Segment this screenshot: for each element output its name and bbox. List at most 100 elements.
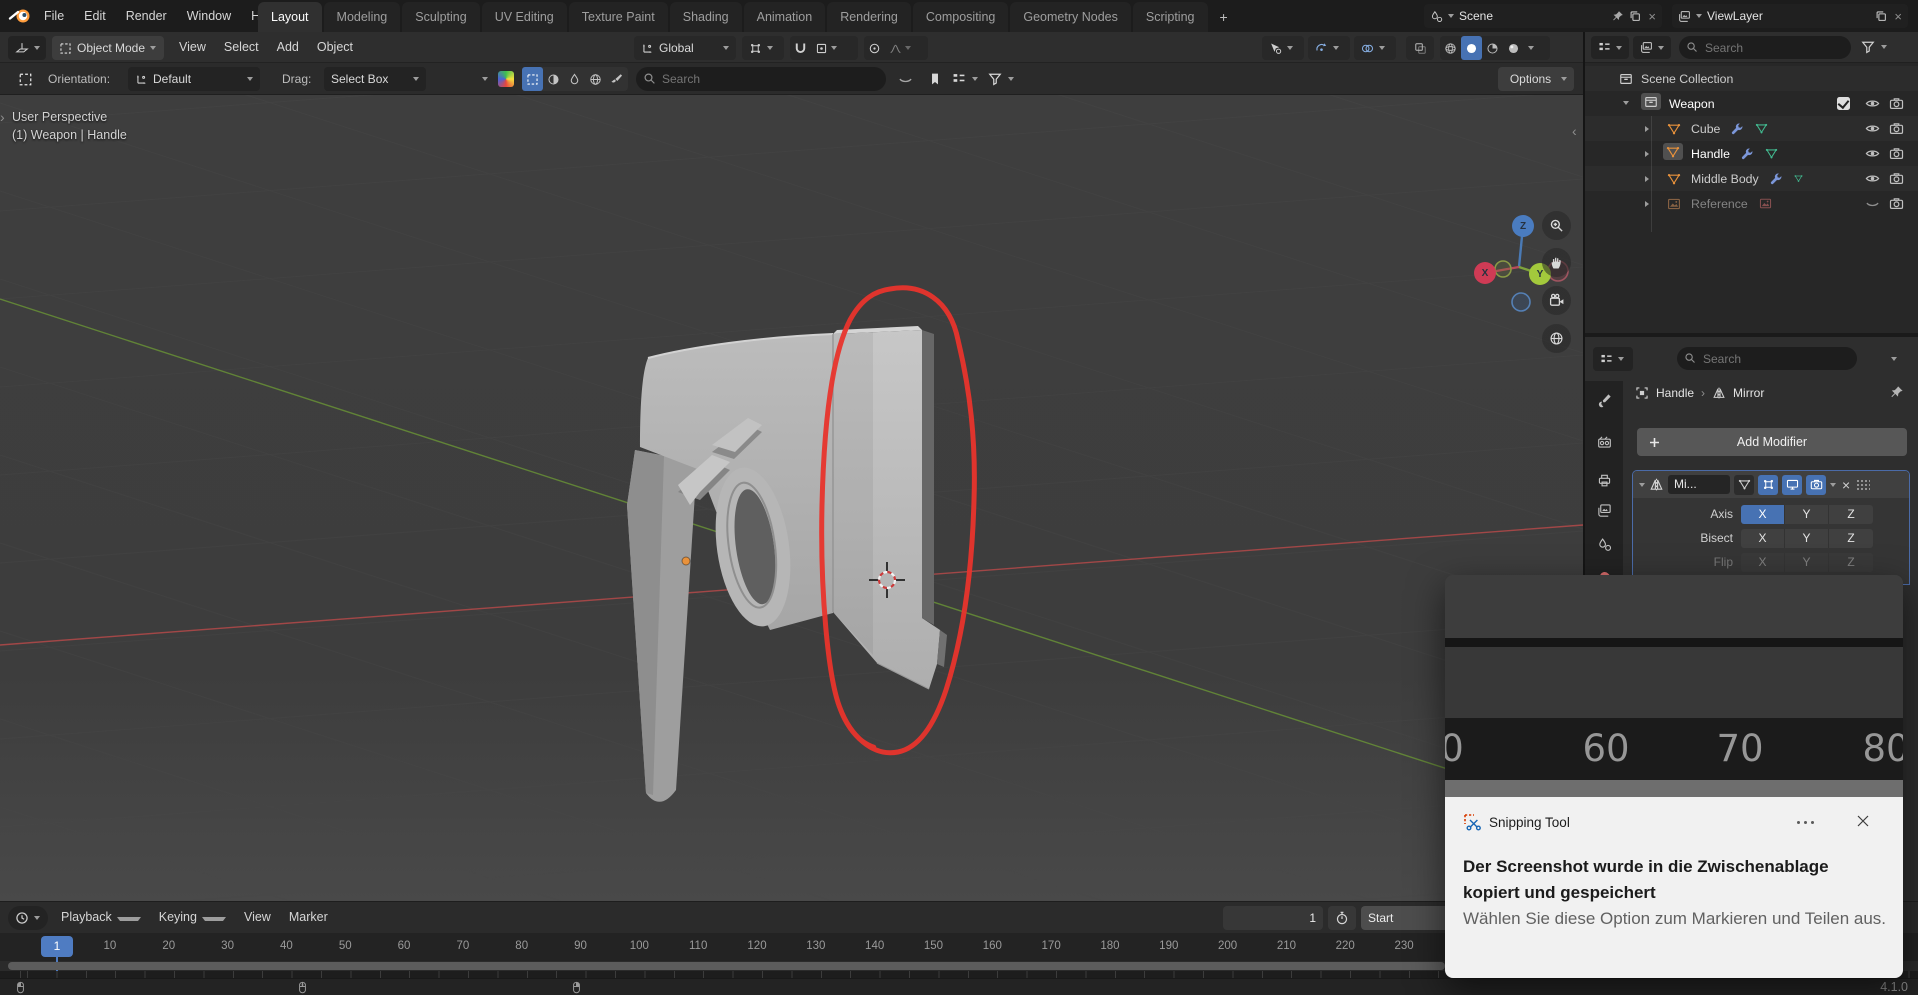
expand-chevron-icon[interactable] xyxy=(1639,483,1645,487)
add-modifier-button[interactable]: Add Modifier xyxy=(1637,428,1907,456)
bisect-y-button[interactable]: Y xyxy=(1785,529,1829,548)
snap-toggle[interactable] xyxy=(790,36,811,60)
properties-toggle-arrow[interactable]: ‹ xyxy=(1572,123,1577,139)
active-tool-button[interactable] xyxy=(10,67,40,91)
viewport-menu-view[interactable]: View xyxy=(170,32,215,63)
tab-render[interactable] xyxy=(1585,425,1623,459)
menu-window[interactable]: Window xyxy=(177,0,241,32)
ortho-perspective-button[interactable] xyxy=(1542,324,1571,353)
drag-grip-icon[interactable] xyxy=(1856,479,1870,491)
tab-uv-editing[interactable]: UV Editing xyxy=(482,2,567,32)
tab-shading[interactable]: Shading xyxy=(670,2,742,32)
shading-options-chevron[interactable] xyxy=(1524,36,1538,60)
camera-icon[interactable] xyxy=(1889,96,1904,111)
globe-tool-icon[interactable] xyxy=(585,67,606,91)
tab-rendering[interactable]: Rendering xyxy=(827,2,911,32)
scene-name[interactable]: Scene xyxy=(1459,9,1607,23)
orientation-dropdown[interactable]: Default xyxy=(128,67,260,91)
chevron-down-icon[interactable] xyxy=(972,77,978,81)
toggle-realtime[interactable] xyxy=(1782,475,1802,495)
outliner-filter-icon[interactable] xyxy=(1861,40,1875,54)
droplet-tool-icon[interactable] xyxy=(564,67,585,91)
current-frame-badge[interactable]: 1 xyxy=(41,936,73,957)
tab-output[interactable] xyxy=(1585,463,1623,497)
bisect-x-button[interactable]: X xyxy=(1741,529,1785,548)
snap-target-selector[interactable] xyxy=(811,36,841,60)
chevron-down-icon[interactable] xyxy=(1881,45,1887,49)
mode-selector[interactable]: Object Mode xyxy=(52,36,164,60)
view-layer-name[interactable]: ViewLayer xyxy=(1707,9,1870,23)
snipping-tool-notification[interactable]: 0607080 Snipping Tool Der Screenshot wur… xyxy=(1445,575,1903,978)
outliner-row-middle-body[interactable]: Middle Body xyxy=(1585,166,1918,191)
outliner-search-input[interactable] xyxy=(1679,36,1851,59)
timeline-menu-keying[interactable]: Keying xyxy=(150,902,235,933)
toggle-on-cage[interactable] xyxy=(1734,475,1754,495)
unlink-scene-icon[interactable]: × xyxy=(1648,9,1656,24)
gun-model[interactable] xyxy=(627,326,947,802)
outliner-row-reference[interactable]: Reference xyxy=(1585,191,1918,216)
zoom-button[interactable] xyxy=(1542,211,1571,240)
close-modifier-icon[interactable]: × xyxy=(1840,477,1852,493)
proportional-falloff-selector[interactable] xyxy=(885,36,915,60)
options-button[interactable]: Options xyxy=(1498,67,1574,91)
editor-type-button[interactable] xyxy=(8,36,46,60)
auto-key-stopwatch-button[interactable] xyxy=(1328,906,1356,930)
tab-modeling[interactable]: Modeling xyxy=(324,2,401,32)
camera-view-button[interactable] xyxy=(1542,286,1571,315)
properties-editor-type-button[interactable] xyxy=(1593,347,1633,371)
eye-closed-icon[interactable] xyxy=(898,72,913,87)
properties-search-input[interactable] xyxy=(1677,347,1857,370)
viewport-menu-add[interactable]: Add xyxy=(268,32,308,63)
menu-file[interactable]: File xyxy=(34,0,74,32)
remove-view-layer-icon[interactable]: × xyxy=(1894,9,1902,24)
mouse-r-icon[interactable] xyxy=(570,981,583,994)
tab-geometry-nodes[interactable]: Geometry Nodes xyxy=(1010,2,1130,32)
object-origin-dot[interactable] xyxy=(682,557,690,565)
halfmoon-tool-icon[interactable] xyxy=(543,67,564,91)
shading-wireframe-button[interactable] xyxy=(1440,36,1461,60)
tab-scene[interactable] xyxy=(1585,527,1623,561)
tab-view-layer[interactable] xyxy=(1585,493,1623,527)
modifier-extras-chevron[interactable] xyxy=(1830,483,1836,487)
pin-icon[interactable] xyxy=(1890,385,1904,399)
mouse-m-icon[interactable] xyxy=(296,981,309,994)
timeline-menu-marker[interactable]: Marker xyxy=(280,902,337,933)
camera-icon[interactable] xyxy=(1889,121,1904,136)
outliner-row-handle[interactable]: Handle xyxy=(1585,141,1918,166)
notification-body[interactable]: Snipping Tool Der Screenshot wurde in di… xyxy=(1445,797,1903,978)
menu-render[interactable]: Render xyxy=(116,0,177,32)
tab-scripting[interactable]: Scripting xyxy=(1133,2,1208,32)
viewport-canvas[interactable] xyxy=(0,95,1583,901)
breadcrumb-object[interactable]: Handle xyxy=(1656,386,1694,400)
outliner-row-scene-collection[interactable]: Scene Collection xyxy=(1585,66,1918,91)
blender-logo[interactable] xyxy=(8,6,32,26)
modifier-name-field[interactable]: Mi... xyxy=(1668,475,1730,494)
tab-tool[interactable] xyxy=(1585,383,1623,417)
camera-icon[interactable] xyxy=(1889,146,1904,161)
filter-funnel-icon[interactable] xyxy=(988,72,1002,86)
eye-icon[interactable] xyxy=(1865,96,1880,111)
outliner-editor-type-button[interactable] xyxy=(1591,36,1629,59)
screenshot-preview[interactable]: 0607080 xyxy=(1445,575,1903,797)
select-box-tool[interactable] xyxy=(522,67,543,91)
axis-x-button[interactable]: X xyxy=(1741,505,1785,524)
material-color-swatch[interactable] xyxy=(498,71,514,87)
viewport-3d[interactable]: User Perspective (1) Weapon | Handle › ‹… xyxy=(0,95,1583,901)
xray-toggle[interactable] xyxy=(1406,36,1434,60)
axis-y-button[interactable]: Y xyxy=(1785,505,1829,524)
eye-icon[interactable] xyxy=(1865,171,1880,186)
view-layer-selector[interactable]: ViewLayer × xyxy=(1672,4,1908,28)
tab-texture-paint[interactable]: Texture Paint xyxy=(569,2,668,32)
visibility-selector[interactable] xyxy=(1262,36,1304,60)
bookmark-icon[interactable] xyxy=(928,72,942,86)
outliner-row-weapon[interactable]: Weapon xyxy=(1585,91,1918,116)
gizmos-toggle[interactable] xyxy=(1308,36,1350,60)
chevron-down-icon[interactable] xyxy=(1891,357,1897,361)
timeline-menu-playback[interactable]: Playback xyxy=(52,902,150,933)
chevron-down-icon[interactable] xyxy=(482,77,488,81)
outliner-row-cube[interactable]: Cube xyxy=(1585,116,1918,141)
scene-selector[interactable]: Scene × xyxy=(1424,4,1662,28)
tab-layout[interactable]: Layout xyxy=(258,2,322,32)
notification-more-button[interactable] xyxy=(1797,821,1814,824)
outliner-display-mode-button[interactable] xyxy=(1633,36,1671,59)
